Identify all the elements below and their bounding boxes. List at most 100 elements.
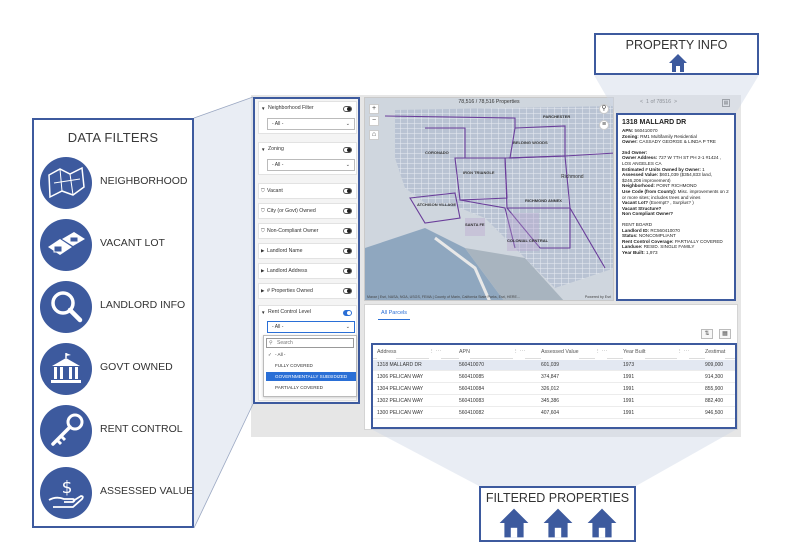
property-info-callout-title: PROPERTY INFO: [625, 38, 728, 52]
table-cell: 1306 PELICAN WAY: [377, 374, 424, 380]
legend-label: RENT CONTROL: [100, 423, 183, 435]
data-filters-legend: DATA FILTERS NEIGHBORHOOD VACANT LOT LAN…: [32, 118, 194, 528]
legend-label: LANDLORD INFO: [100, 299, 186, 311]
neighborhood-select[interactable]: - All - ⌄: [267, 118, 355, 130]
neighborhood-toggle[interactable]: [343, 106, 352, 112]
city-owned-filter-label: City (or Govt) Owned: [267, 208, 316, 214]
column-header-year-built[interactable]: Year Built: [623, 345, 646, 359]
zoning-select[interactable]: - All - ⌄: [267, 159, 355, 171]
property-detail-line: Year Built: 1,973: [622, 250, 730, 256]
property-detail-line: Assessed Value: $601,039 ($354,833 land,…: [622, 172, 730, 183]
vacant-filter[interactable]: ⛉ Vacant: [258, 183, 357, 199]
option-label: - All -: [275, 352, 286, 357]
column-header-address[interactable]: Address: [377, 345, 397, 359]
table-cell: 1304 PELICAN WAY: [377, 386, 424, 392]
dropdown-option[interactable]: FULLY COVERED: [266, 361, 356, 370]
filtered-properties-callout: FILTERED PROPERTIES: [479, 486, 636, 542]
table-row[interactable]: 1304 PELICAN WAY 560410084 326,012 1991 855,…: [373, 384, 735, 395]
city-owned-filter[interactable]: ⛉ City (or Govt) Owned: [258, 203, 357, 219]
zoning-toggle[interactable]: [343, 147, 352, 153]
home-button[interactable]: ⌂: [369, 130, 379, 140]
non-compliant-toggle[interactable]: [343, 228, 352, 234]
column-menu-icon[interactable]: ⋮ ⋯: [429, 345, 442, 359]
funnel-icon: ⛉: [261, 188, 265, 194]
city-owned-toggle[interactable]: [343, 208, 352, 214]
grid-view-icon[interactable]: ▦: [722, 99, 730, 107]
prev-icon[interactable]: <: [640, 99, 643, 105]
landlord-address-filter[interactable]: ▶ Landlord Address: [258, 263, 357, 279]
property-detail-line: Owner Address: 727 W 7TH ST PH 2-1 #1424…: [622, 155, 730, 166]
map-search-button[interactable]: ⚲: [599, 104, 609, 114]
non-compliant-filter-label: Non-Compliant Owner: [267, 228, 319, 234]
neighborhood-filter[interactable]: ▼ Neighborhood Filter - All - ⌄: [258, 101, 357, 134]
table-cell: 560410070: [459, 362, 485, 368]
house-icon: [543, 508, 573, 538]
basemap-button[interactable]: ≡: [599, 120, 609, 130]
column-menu-icon[interactable]: ⋮ ⋯: [513, 345, 526, 359]
detail-key: Landlord ID:: [622, 227, 650, 233]
property-info-callout: PROPERTY INFO: [594, 33, 759, 75]
table-cell: 882,400: [705, 398, 724, 404]
next-icon[interactable]: >: [674, 99, 677, 105]
table-cell: 560410082: [459, 410, 485, 416]
zoom-in-button[interactable]: +: [369, 104, 379, 114]
filtered-properties-table: Address ⋮ ⋯ APN ⋮ ⋯ Assessed Value ⋮ ⋯ Y…: [371, 343, 737, 429]
table-cell: 914,300: [705, 374, 724, 380]
dropdown-option-selected[interactable]: GOVERNMENTALLY SUBSIDIZED: [266, 372, 356, 381]
property-detail-line: Owner: CASSADY GEORGE & LINDA P TRE: [622, 139, 730, 145]
table-cell: 560410085: [459, 374, 485, 380]
dropdown-option[interactable]: ✓ - All -: [266, 350, 356, 359]
chevron-down-icon: ⌄: [345, 121, 350, 127]
detail-key: Landuse:: [622, 244, 643, 250]
detail-value: RC560410070: [649, 227, 680, 233]
option-label: FULLY COVERED: [275, 363, 313, 368]
search-placeholder: Search: [277, 340, 293, 346]
vacant-toggle[interactable]: [343, 188, 352, 194]
detail-key: Year Built:: [622, 249, 645, 255]
legend-item-govt-owned: GOVT OWNED: [40, 343, 190, 395]
rent-control-select-value: - All -: [272, 324, 284, 330]
detail-key: Zoning:: [622, 133, 639, 139]
table-row[interactable]: 1318 MALLARD DR 560410070 601,039 1973 909,0…: [373, 360, 735, 371]
zoom-out-button[interactable]: −: [369, 116, 379, 126]
key-icon: [40, 405, 92, 457]
properties-owned-filter-label: # Properties Owned: [267, 288, 313, 294]
landlord-name-toggle[interactable]: [343, 248, 352, 254]
detail-key: Vacant Lot?: [622, 200, 649, 206]
zoning-filter[interactable]: ▼ Zoning - All - ⌄: [258, 142, 357, 175]
svg-text:$: $: [62, 478, 73, 498]
table-row[interactable]: 1300 PELICAN WAY 560410082 407,604 1991 946,…: [373, 408, 735, 419]
house-icon: [587, 508, 617, 538]
table-cell: 407,604: [541, 410, 560, 416]
tab-all-parcels[interactable]: All Parcels: [378, 310, 410, 320]
dropdown-option[interactable]: PARTIALLY COVERED: [266, 383, 356, 392]
column-header-apn[interactable]: APN: [459, 345, 470, 359]
info-pager-text: 1 of 78516: [646, 99, 672, 105]
rent-control-select[interactable]: - All - ⌄: [267, 321, 355, 333]
column-header-assessed-value[interactable]: Assessed Value: [541, 345, 579, 359]
landlord-name-filter[interactable]: ▶ Landlord Name: [258, 243, 357, 259]
detail-value: 1,973: [644, 249, 658, 255]
map-attribution: Maxar | Esri, NASA, NGA, USGS, FEMA | Co…: [367, 295, 520, 299]
column-settings-icon[interactable]: ⇅: [701, 329, 713, 339]
landlord-address-toggle[interactable]: [343, 268, 352, 274]
table-cell: 1302 PELICAN WAY: [377, 398, 424, 404]
column-menu-icon[interactable]: ⋮ ⋯: [595, 345, 608, 359]
table-row[interactable]: 1302 PELICAN WAY 560410083 345,386 1991 882,…: [373, 396, 735, 407]
table-cell: 1991: [623, 386, 635, 392]
map-label: IRON TRIANGLE: [463, 170, 495, 175]
table-row[interactable]: 1306 PELICAN WAY 560410085 374,847 1991 914,…: [373, 372, 735, 383]
rent-control-toggle[interactable]: [343, 310, 352, 316]
option-label: PARTIALLY COVERED: [275, 385, 323, 390]
dropdown-search-input[interactable]: ⚲ Search: [266, 338, 354, 348]
properties-owned-toggle[interactable]: [343, 288, 352, 294]
column-header-zestimate[interactable]: Zestimat: [705, 345, 726, 359]
column-menu-icon[interactable]: ⋮ ⋯: [677, 345, 690, 359]
non-compliant-filter[interactable]: ⛉ Non-Compliant Owner: [258, 223, 357, 239]
zoning-select-value: - All -: [272, 162, 284, 168]
properties-owned-filter[interactable]: ▶ # Properties Owned: [258, 283, 357, 299]
map-view[interactable]: 78,516 / 78,516 Properties + − ⌂ ⚲ ≡ IRO…: [364, 97, 614, 301]
grid-icon[interactable]: ▦: [719, 329, 731, 339]
detail-value: 560410070: [633, 128, 658, 133]
detail-key: Estimated # Units Owned by Owner:: [622, 166, 701, 172]
